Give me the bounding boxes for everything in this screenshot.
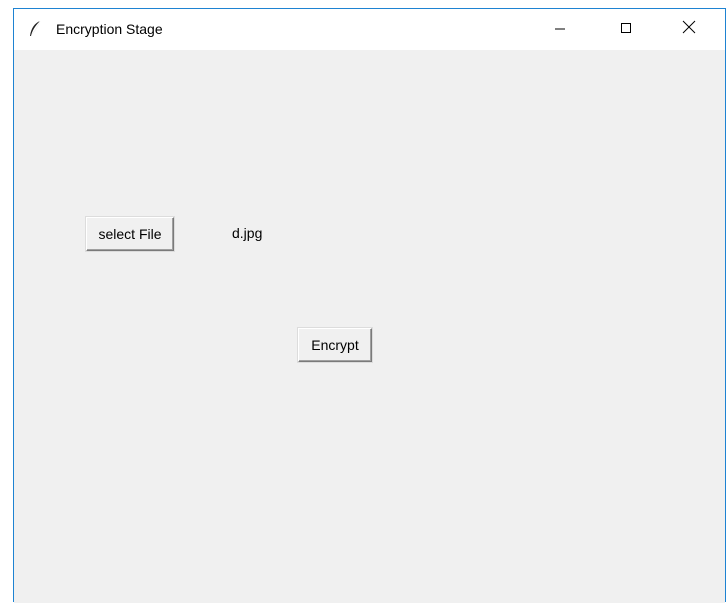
title-bar[interactable]: Encryption Stage: [14, 9, 725, 50]
maximize-icon: [620, 21, 632, 39]
minimize-button[interactable]: [537, 9, 583, 50]
close-icon: [682, 20, 696, 39]
maximize-button[interactable]: [603, 9, 649, 50]
select-file-button[interactable]: select File: [86, 217, 174, 251]
close-button[interactable]: [666, 9, 712, 50]
window-title: Encryption Stage: [56, 21, 163, 37]
feather-icon: [28, 20, 42, 38]
app-window: Encryption Stage select File d.jpg Encry…: [13, 8, 726, 603]
encrypt-button[interactable]: Encrypt: [298, 328, 372, 362]
minimize-icon: [554, 21, 566, 39]
selected-file-label: d.jpg: [232, 225, 263, 241]
main-content: select File d.jpg Encrypt: [14, 50, 725, 603]
